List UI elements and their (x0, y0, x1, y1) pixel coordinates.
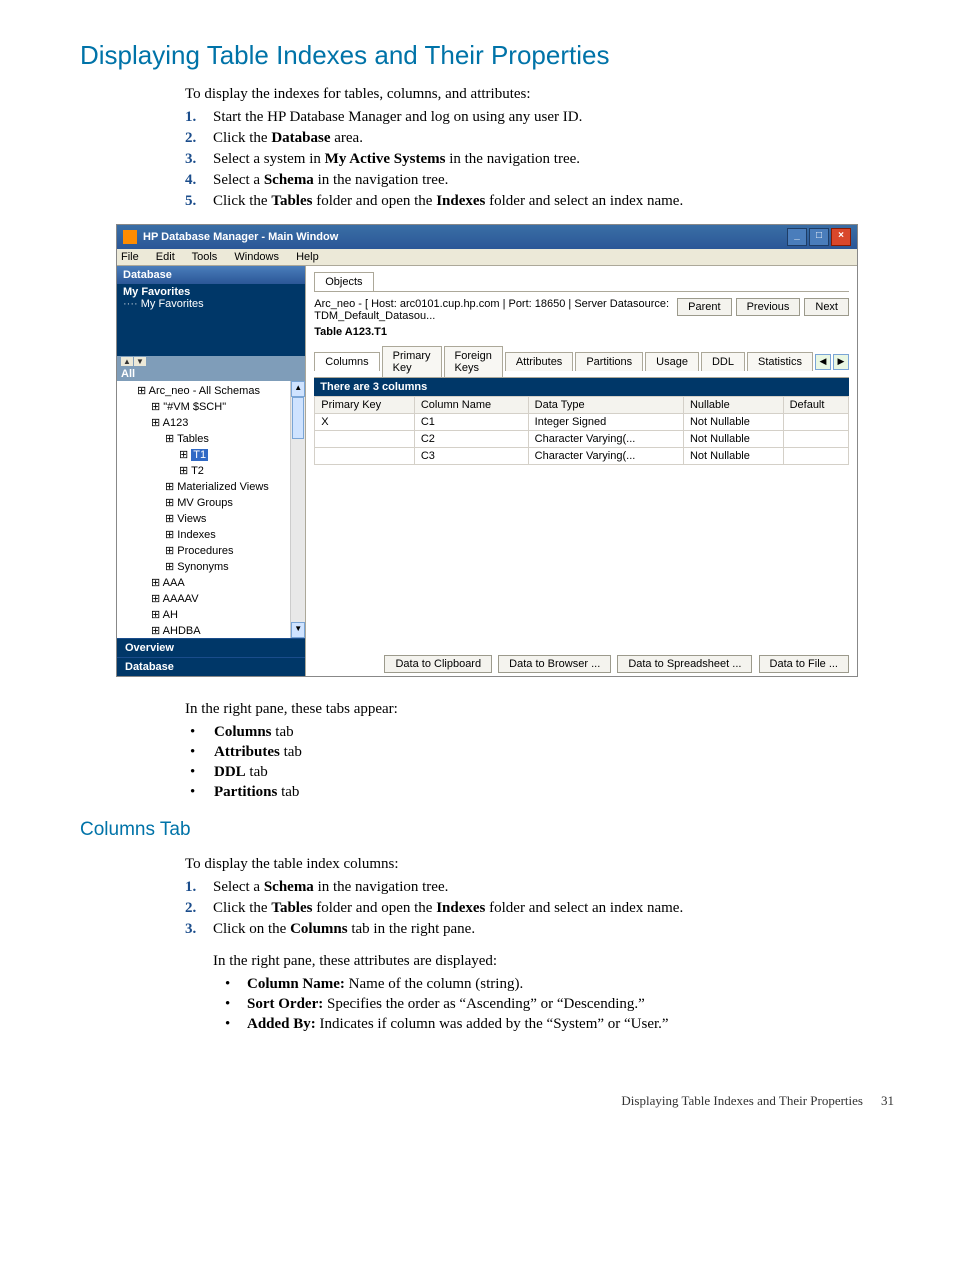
step-text: Click the Tables folder and open the Ind… (213, 193, 683, 210)
titlebar: HP Database Manager - Main Window _ □ × (117, 225, 857, 249)
step-num: 3. (185, 151, 213, 168)
subtab-ddl[interactable]: DDL (701, 352, 745, 371)
parent-button[interactable]: Parent (677, 298, 731, 316)
my-favorites-item[interactable]: ···· My Favorites (123, 298, 299, 310)
menu-windows[interactable]: Windows (234, 251, 279, 263)
overview-nav[interactable]: Overview (117, 638, 305, 657)
attrs-intro: In the right pane, these attributes are … (213, 953, 894, 970)
scroll-down-icon[interactable]: ▼ (291, 622, 305, 638)
subtab-statistics[interactable]: Statistics (747, 352, 813, 371)
menu-tools[interactable]: Tools (192, 251, 218, 263)
right-pane: Objects Parent Previous Next Arc_neo - [… (306, 266, 857, 676)
tree-node[interactable]: ⊞ "#VM $SCH" (127, 399, 305, 415)
tree-node[interactable]: ⊞ AAA (127, 575, 305, 591)
tree-scrollbar[interactable]: ▲ ▼ (290, 381, 305, 638)
subtab-columns[interactable]: Columns (314, 352, 379, 371)
next-button[interactable]: Next (804, 298, 849, 316)
scroll-up-icon[interactable]: ▲ (291, 381, 305, 397)
steps-list-1: 1.Start the HP Database Manager and log … (185, 109, 894, 210)
step-num: 2. (185, 130, 213, 147)
sort-desc-icon[interactable]: ▼ (134, 357, 146, 366)
menu-file[interactable]: File (121, 251, 139, 263)
tree-node[interactable]: ⊞ Tables (127, 431, 305, 447)
tree-node[interactable]: ⊞ AH (127, 607, 305, 623)
data-to-file-button[interactable]: Data to File ... (759, 655, 849, 673)
columns-grid: Primary Key Column Name Data Type Nullab… (314, 396, 849, 465)
step-num: 4. (185, 172, 213, 189)
app-icon (123, 230, 137, 244)
subtab-foreign-keys[interactable]: Foreign Keys (444, 346, 503, 377)
subtab-usage[interactable]: Usage (645, 352, 699, 371)
tab-objects[interactable]: Objects (314, 272, 373, 291)
tree-node[interactable]: ⊞ Synonyms (127, 559, 305, 575)
all-header: ▲ ▼ (117, 356, 305, 367)
object-title: Table A123.T1 (314, 326, 849, 338)
attrs-bullets: •Column Name: Name of the column (string… (225, 976, 894, 1033)
table-row[interactable]: XC1Integer SignedNot Nullable (315, 414, 849, 431)
menu-edit[interactable]: Edit (156, 251, 175, 263)
status-line: There are 3 columns (314, 378, 849, 396)
subtab-primary-key[interactable]: Primary Key (382, 346, 442, 377)
my-favorites-header: My Favorites (123, 286, 299, 298)
tabs-intro: In the right pane, these tabs appear: (185, 701, 894, 718)
tree-node[interactable]: ⊞ Arc_neo - All Schemas (127, 383, 305, 399)
col-primary-key[interactable]: Primary Key (315, 397, 415, 414)
intro-text: To display the indexes for tables, colum… (185, 86, 894, 103)
minimize-button[interactable]: _ (787, 228, 807, 246)
previous-button[interactable]: Previous (736, 298, 801, 316)
data-to-browser-button[interactable]: Data to Browser ... (498, 655, 611, 673)
col-default[interactable]: Default (783, 397, 848, 414)
step-text: Start the HP Database Manager and log on… (213, 109, 582, 126)
tree-node[interactable]: ⊞ Materialized Views (127, 479, 305, 495)
tab-scroll-left-icon[interactable]: ◀ (815, 354, 831, 370)
tree-node[interactable]: ⊞ AAAAV (127, 591, 305, 607)
menu-help[interactable]: Help (296, 251, 319, 263)
nav-tree[interactable]: ⊞ Arc_neo - All Schemas⊞ "#VM $SCH"⊞ A12… (117, 381, 305, 638)
cols-intro: To display the table index columns: (185, 856, 894, 873)
scroll-thumb[interactable] (292, 397, 304, 439)
data-to-spreadsheet-button[interactable]: Data to Spreadsheet ... (617, 655, 752, 673)
subtab-partitions[interactable]: Partitions (575, 352, 643, 371)
table-row[interactable]: C3Character Varying(...Not Nullable (315, 448, 849, 465)
tree-node[interactable]: ⊞ Indexes (127, 527, 305, 543)
maximize-button[interactable]: □ (809, 228, 829, 246)
menubar: File Edit Tools Windows Help (117, 249, 857, 266)
tree-node[interactable]: ⊞ A123 (127, 415, 305, 431)
step-num: 1. (185, 109, 213, 126)
steps-list-2: 1.Select a Schema in the navigation tree… (185, 879, 894, 938)
heading-table-indexes: Displaying Table Indexes and Their Prope… (80, 40, 894, 71)
tree-node[interactable]: ⊞ MV Groups (127, 495, 305, 511)
data-to-clipboard-button[interactable]: Data to Clipboard (384, 655, 492, 673)
tree-node[interactable]: ⊞ Procedures (127, 543, 305, 559)
app-window: HP Database Manager - Main Window _ □ × … (116, 224, 858, 677)
step-text: Select a system in My Active Systems in … (213, 151, 580, 168)
sort-asc-icon[interactable]: ▲ (121, 357, 133, 366)
tree-node[interactable]: ⊞ AHDBA (127, 623, 305, 638)
step-text: Select a Schema in the navigation tree. (213, 172, 448, 189)
left-pane: Database My Favorites ···· My Favorites … (117, 266, 306, 676)
table-row[interactable]: C2Character Varying(...Not Nullable (315, 431, 849, 448)
step-num: 5. (185, 193, 213, 210)
tree-node[interactable]: ⊞ T2 (127, 463, 305, 479)
step-text: Click the Database area. (213, 130, 363, 147)
tree-node[interactable]: ⊞ Views (127, 511, 305, 527)
tab-scroll-right-icon[interactable]: ▶ (833, 354, 849, 370)
tree-node[interactable]: ⊞ T1 (127, 447, 305, 463)
database-header: Database (117, 266, 305, 284)
window-title: HP Database Manager - Main Window (143, 231, 338, 243)
heading-columns-tab: Columns Tab (80, 819, 894, 841)
col-nullable[interactable]: Nullable (683, 397, 783, 414)
page-footer: Displaying Table Indexes and Their Prope… (80, 1093, 894, 1109)
tabs-bullets: •Columns tab •Attributes tab •DDL tab •P… (190, 724, 894, 801)
database-nav[interactable]: Database (117, 657, 305, 676)
subtab-attributes[interactable]: Attributes (505, 352, 573, 371)
col-column-name[interactable]: Column Name (414, 397, 528, 414)
col-data-type[interactable]: Data Type (528, 397, 683, 414)
close-button[interactable]: × (831, 228, 851, 246)
all-label: All (117, 367, 305, 381)
